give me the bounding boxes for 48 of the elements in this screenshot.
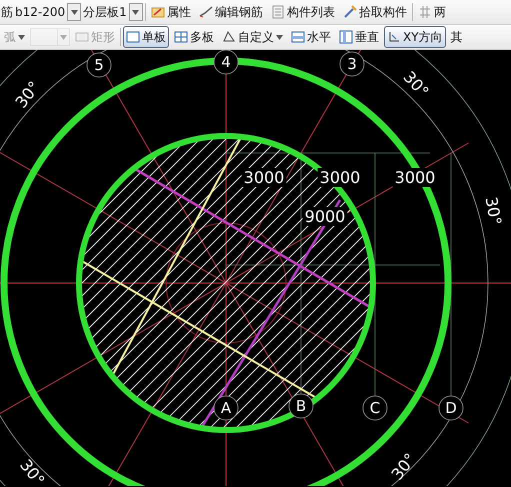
toolbar-button[interactable]: 属性 bbox=[148, 1, 194, 23]
horizontal-band-icon bbox=[291, 30, 305, 44]
toolbar-button[interactable]: 多板 bbox=[171, 26, 217, 48]
axis-marker: 3 bbox=[340, 52, 364, 76]
pencil-card-icon bbox=[150, 5, 165, 19]
caret-icon bbox=[132, 10, 140, 14]
angle-label: 30° bbox=[387, 450, 420, 484]
axis-marker: B bbox=[288, 394, 314, 418]
toolbar-button[interactable]: 单板 bbox=[123, 26, 169, 48]
caret-icon bbox=[276, 34, 283, 40]
toolbar-button[interactable]: 水平 bbox=[288, 26, 334, 48]
axis-marker: D bbox=[438, 396, 464, 420]
vertical-band-icon bbox=[339, 30, 353, 44]
toolbar-button[interactable]: 拾取构件 bbox=[340, 1, 410, 23]
caret-icon bbox=[18, 34, 25, 40]
angle-label: 30° bbox=[400, 67, 433, 102]
dropdown-value[interactable]: 分层板1 bbox=[83, 3, 127, 21]
menu-button[interactable]: 自定义 bbox=[219, 26, 286, 48]
dimension-label: 9000 bbox=[304, 207, 346, 226]
rectangle-icon bbox=[75, 30, 89, 44]
toolbar-button[interactable]: 编辑钢筋 bbox=[196, 1, 266, 23]
list-icon bbox=[270, 5, 285, 19]
four-panel-icon bbox=[174, 30, 188, 44]
pen-line-icon bbox=[198, 5, 213, 19]
triangle-icon bbox=[222, 30, 236, 44]
dimension-label: 3000 bbox=[394, 168, 436, 187]
toolbar-button[interactable]: 其 bbox=[448, 26, 466, 48]
angle-label: 30° bbox=[11, 78, 44, 112]
dimension-label: 3000 bbox=[244, 168, 284, 187]
toolbar-button[interactable]: XY方向 bbox=[384, 26, 446, 48]
toolbar-label: 筋 bbox=[1, 4, 13, 21]
grid-icon bbox=[418, 5, 432, 19]
toolbar-button[interactable]: 垂直 bbox=[336, 26, 382, 48]
axis-marker: C bbox=[362, 396, 388, 420]
caret-icon bbox=[70, 10, 78, 14]
axis-marker: 5 bbox=[86, 52, 112, 78]
angle-label: 30° bbox=[482, 195, 506, 227]
caret-icon bbox=[60, 34, 67, 40]
axis-marker: 4 bbox=[214, 50, 238, 74]
axis-marker: A bbox=[214, 396, 238, 420]
angle-label: 30° bbox=[16, 456, 49, 486]
dimension-label: 3000 bbox=[320, 168, 360, 187]
xy-axes-icon bbox=[387, 30, 401, 44]
picker-icon bbox=[342, 5, 357, 19]
toolbar-button[interactable]: 构件列表 bbox=[268, 1, 338, 23]
dropdown-value[interactable]: b12-200 bbox=[15, 3, 66, 21]
toolbar-button[interactable]: 两 bbox=[414, 1, 449, 23]
single-panel-icon bbox=[126, 30, 140, 44]
